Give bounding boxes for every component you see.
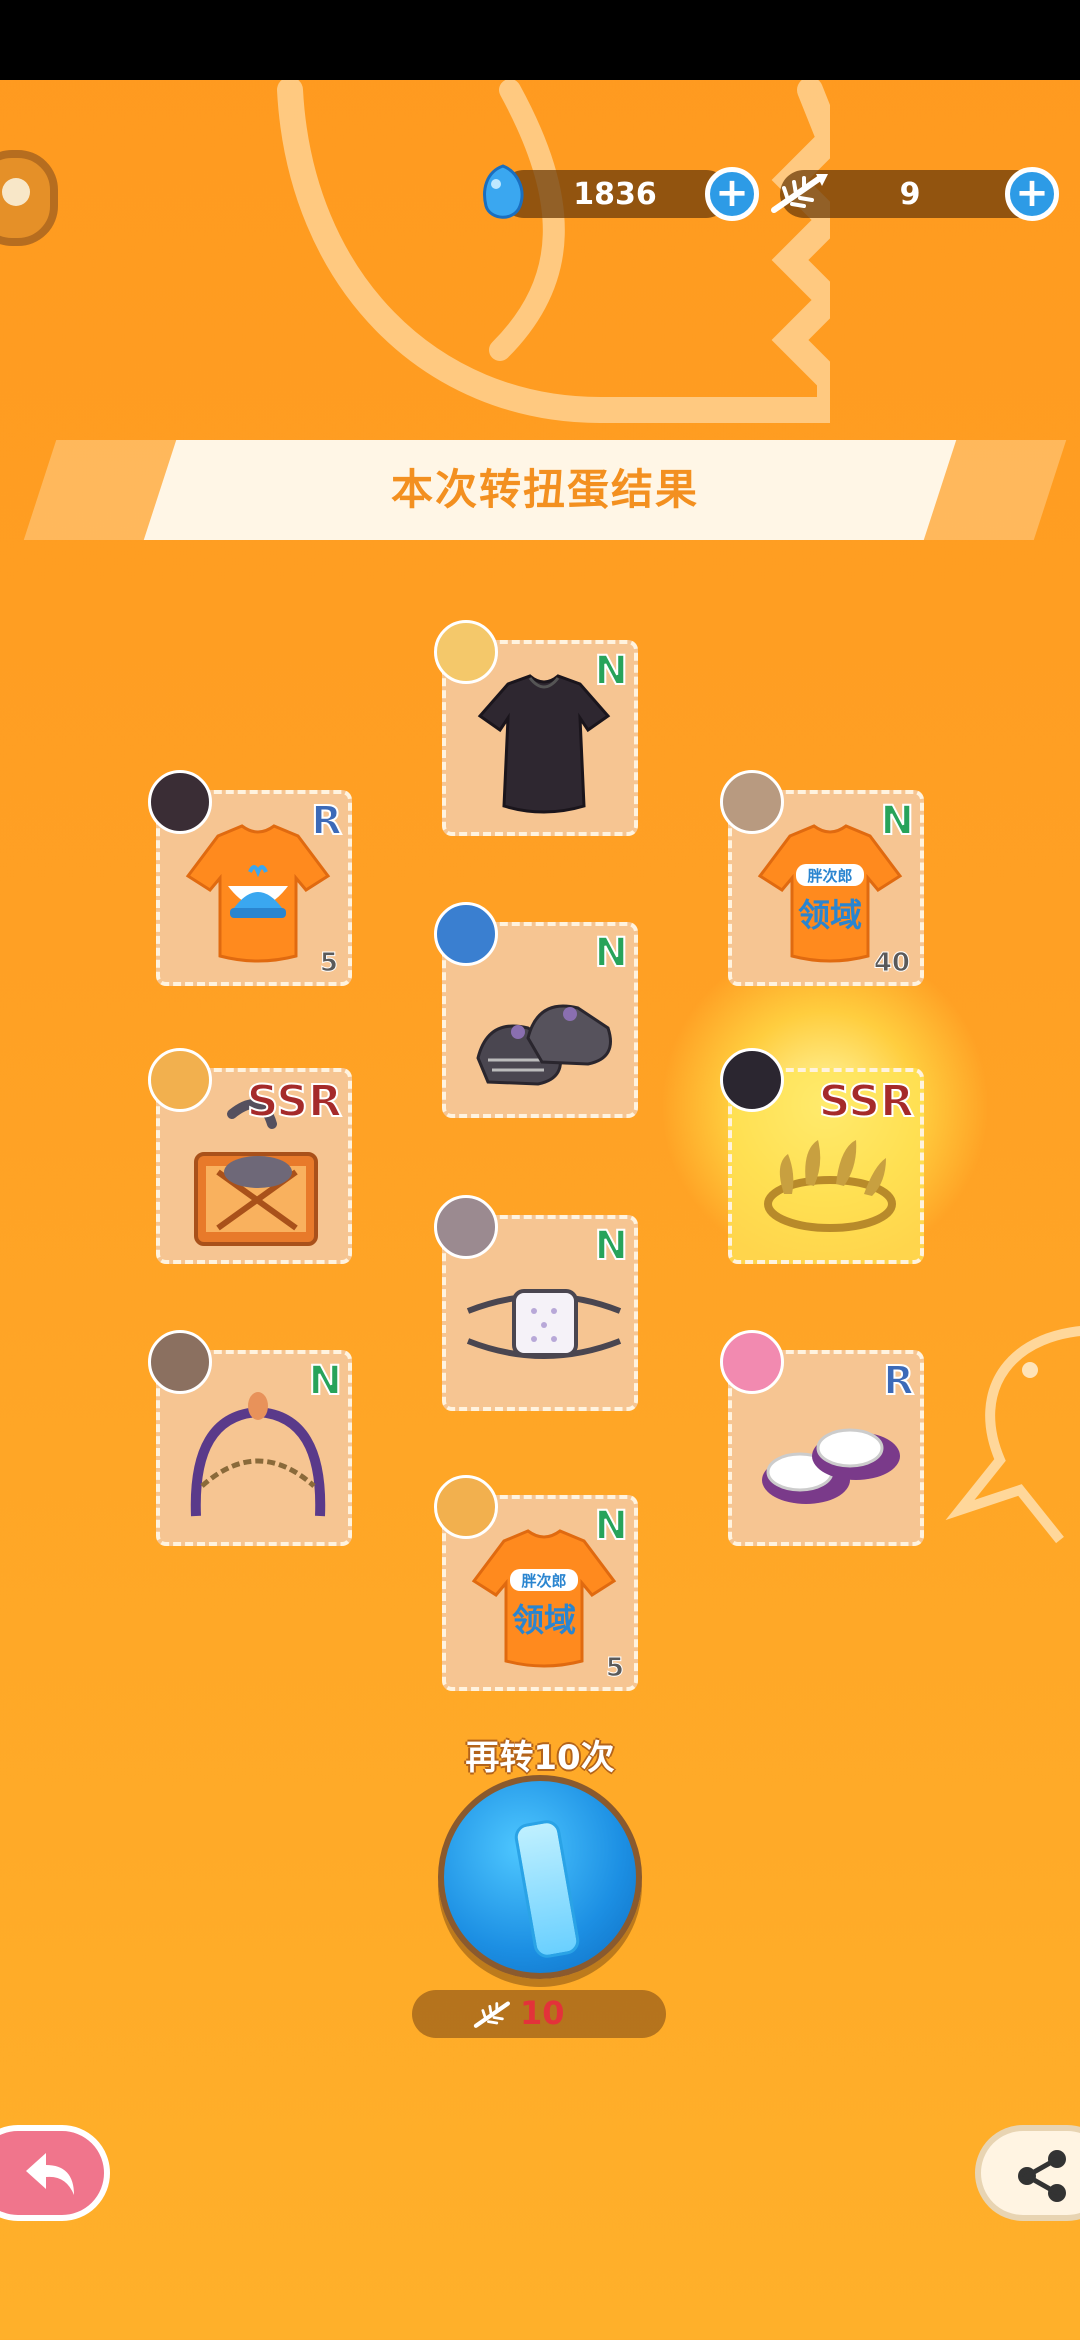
gem-icon: [483, 164, 524, 219]
rarity-badge: N: [308, 1357, 344, 1405]
character-avatar: [148, 770, 212, 834]
character-avatar: [148, 1330, 212, 1394]
fishbone-icon: [771, 174, 828, 213]
character-avatar: [434, 1195, 498, 1259]
svg-text:胖次郎: 胖次郎: [521, 1572, 566, 1590]
share-button[interactable]: [975, 2125, 1080, 2221]
capsule-lever-icon: [512, 1818, 582, 1960]
svg-text:领域: 领域: [798, 896, 862, 934]
rarity-badge: N: [594, 929, 630, 977]
banner-title: 本次转扭蛋结果: [390, 465, 699, 514]
rarity-badge: SSR: [246, 1075, 343, 1128]
add-fish-button[interactable]: +: [1005, 167, 1059, 221]
back-arrow-icon: [26, 2153, 74, 2195]
fishbone-icon: [473, 2001, 510, 2028]
item-card-eyepatch[interactable]: N: [434, 1195, 638, 1411]
result-banner: 本次转扭蛋结果: [23, 440, 1067, 540]
fish-watermark-small-icon: [945, 1326, 1080, 1544]
item-card-logo-tshirt-2[interactable]: 胖次郎 领域 N 5: [434, 1475, 638, 1691]
spin-again-label: 再转10次: [465, 1738, 615, 1778]
item-card-black-dress[interactable]: N: [434, 620, 638, 836]
item-card-cat-box[interactable]: SSR: [148, 1048, 352, 1264]
character-avatar: [434, 1475, 498, 1539]
character-avatar: [720, 1330, 784, 1394]
rarity-badge: SSR: [818, 1075, 915, 1128]
rarity-badge: N: [594, 647, 630, 695]
spin-cost-value: 10: [520, 1994, 565, 2032]
rarity-badge: R: [310, 797, 343, 845]
item-card-black-shoes[interactable]: N: [434, 902, 638, 1118]
rarity-badge: N: [594, 1222, 630, 1270]
character-avatar: [434, 620, 498, 684]
item-card-logo-tshirt[interactable]: 胖次郎 领域 N 40: [720, 770, 924, 986]
status-bar: [0, 0, 1080, 80]
spin-cost: 10: [412, 1990, 666, 2038]
item-card-bell-tshirt[interactable]: R 5: [148, 770, 352, 986]
rarity-badge: R: [882, 1357, 915, 1405]
item-count: 5: [605, 1653, 624, 1684]
character-avatar: [720, 770, 784, 834]
item-card-slippers[interactable]: R: [720, 1330, 924, 1546]
svg-text:领域: 领域: [512, 1601, 576, 1639]
gem-currency-bar: 1836: [500, 170, 730, 218]
gem-count: 1836: [573, 176, 657, 212]
character-avatar: [148, 1048, 212, 1112]
share-icon: [1018, 2150, 1066, 2202]
character-avatar: [720, 1048, 784, 1112]
spin-again-button[interactable]: [438, 1775, 642, 1979]
item-count: 40: [873, 948, 910, 979]
fish-watermark-icon: [277, 80, 830, 423]
add-gems-button[interactable]: +: [705, 167, 759, 221]
rarity-badge: N: [594, 1502, 630, 1550]
character-avatar: [434, 902, 498, 966]
floating-assist-button[interactable]: [0, 150, 58, 246]
item-card-chain-headband[interactable]: N: [148, 1330, 352, 1546]
item-card-laurel-crown[interactable]: SSR: [720, 1048, 924, 1264]
item-count: 5: [319, 948, 338, 979]
rarity-badge: N: [880, 797, 916, 845]
svg-text:胖次郎: 胖次郎: [807, 867, 852, 885]
back-button[interactable]: [0, 2125, 110, 2221]
